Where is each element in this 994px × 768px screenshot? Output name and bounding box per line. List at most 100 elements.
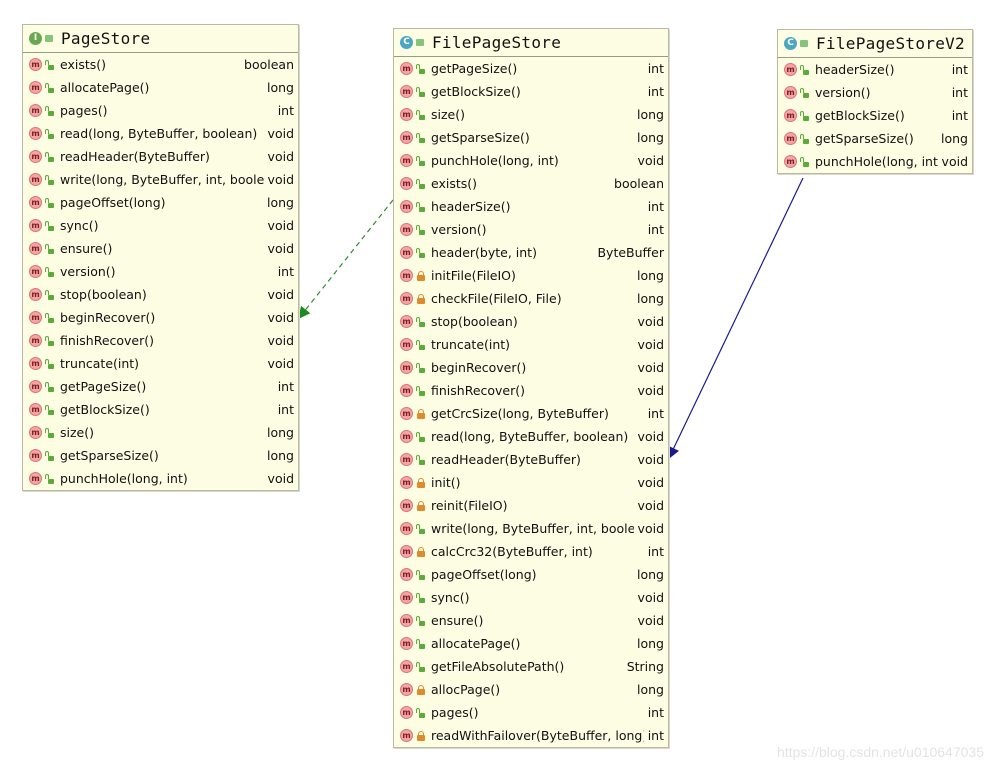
method-row[interactable]: m version() int (394, 218, 668, 241)
method-row[interactable]: m stop(boolean) void (23, 283, 298, 306)
method-row[interactable]: m read(long, ByteBuffer, boolean) void (394, 425, 668, 448)
method-signature: checkFile(FileIO, File) (431, 291, 562, 306)
method-signature: getCrcSize(long, ByteBuffer) (431, 406, 609, 421)
return-type: int (951, 62, 968, 77)
method-row[interactable]: m getBlockSize() int (394, 80, 668, 103)
public-unlock-icon (45, 358, 55, 369)
method-signature: write(long, ByteBuffer, int, boolean) (60, 172, 264, 187)
class-box-filepagestorev2[interactable]: C FilePageStoreV2 m headerSize() int m versi… (777, 29, 973, 174)
method-row[interactable]: m punchHole(long, int) void (394, 149, 668, 172)
method-icon: m (29, 219, 42, 232)
public-unlock-icon (416, 431, 426, 442)
method-signature: stop(boolean) (60, 287, 147, 302)
method-row[interactable]: m pageOffset(long) long (394, 563, 668, 586)
method-row[interactable]: m readHeader(ByteBuffer) void (23, 145, 298, 168)
method-row[interactable]: m getBlockSize() int (778, 104, 972, 127)
public-unlock-icon (45, 128, 55, 139)
method-row[interactable]: m write(long, ByteBuffer, int, boolean) vo… (23, 168, 298, 191)
method-signature: size() (431, 107, 465, 122)
class-header: C FilePageStoreV2 (778, 30, 972, 58)
return-type: long (267, 448, 294, 463)
class-icon: C (400, 36, 413, 49)
return-type: void (267, 471, 294, 486)
method-signature: reinit(FileIO) (431, 498, 508, 513)
method-row[interactable]: m allocatePage() long (394, 632, 668, 655)
method-row[interactable]: m readWithFailover(ByteBuffer, long) int (394, 724, 668, 747)
method-row[interactable]: m sync() void (23, 214, 298, 237)
method-row[interactable]: m checkFile(FileIO, File) long (394, 287, 668, 310)
method-signature: header(byte, int) (431, 245, 537, 260)
method-row[interactable]: m getCrcSize(long, ByteBuffer) int (394, 402, 668, 425)
method-row[interactable]: m getBlockSize() int (23, 398, 298, 421)
method-row[interactable]: m sync() void (394, 586, 668, 609)
method-row[interactable]: m finishRecover() void (23, 329, 298, 352)
method-row[interactable]: m beginRecover() void (394, 356, 668, 379)
method-signature: getSparseSize() (815, 131, 914, 146)
method-icon: m (400, 154, 413, 167)
method-row[interactable]: m stop(boolean) void (394, 310, 668, 333)
method-row[interactable]: m header(byte, int) ByteBuffer (394, 241, 668, 264)
public-unlock-icon (416, 178, 426, 189)
method-row[interactable]: m pageOffset(long) long (23, 191, 298, 214)
public-unlock-icon (45, 289, 55, 300)
method-row[interactable]: m calcCrc32(ByteBuffer, int) int (394, 540, 668, 563)
method-row[interactable]: m init() void (394, 471, 668, 494)
method-row[interactable]: m punchHole(long, int) void (778, 150, 972, 173)
method-row[interactable]: m ensure() void (394, 609, 668, 632)
method-row[interactable]: m exists() boolean (394, 172, 668, 195)
method-row[interactable]: m getSparseSize() long (394, 126, 668, 149)
public-unlock-icon (800, 156, 810, 167)
method-row[interactable]: m beginRecover() void (23, 306, 298, 329)
method-row[interactable]: m headerSize() int (778, 58, 972, 81)
method-row[interactable]: m getPageSize() int (23, 375, 298, 398)
class-box-filepagestore[interactable]: C FilePageStore m getPageSize() int m getBlo… (393, 28, 669, 748)
return-type: long (637, 130, 664, 145)
method-row[interactable]: m pages() int (23, 99, 298, 122)
method-row[interactable]: m write(long, ByteBuffer, int, boolean) vo… (394, 517, 668, 540)
method-row[interactable]: m version() int (23, 260, 298, 283)
method-row[interactable]: m punchHole(long, int) void (23, 467, 298, 490)
class-box-pagestore[interactable]: I PageStore m exists() boolean m allocatePag… (22, 24, 299, 491)
private-lock-icon (416, 477, 426, 488)
public-unlock-icon (416, 592, 426, 603)
method-row[interactable]: m size() long (23, 421, 298, 444)
implements-edge (298, 199, 394, 319)
method-row[interactable]: m exists() boolean (23, 53, 298, 76)
method-row[interactable]: m version() int (778, 81, 972, 104)
method-signature: readHeader(ByteBuffer) (60, 149, 210, 164)
method-signature: getBlockSize() (431, 84, 521, 99)
method-icon: m (400, 591, 413, 604)
method-signature: init() (431, 475, 461, 490)
method-icon: m (400, 62, 413, 75)
method-row[interactable]: m readHeader(ByteBuffer) void (394, 448, 668, 471)
method-row[interactable]: m pages() int (394, 701, 668, 724)
class-icon: C (784, 37, 797, 50)
method-row[interactable]: m getPageSize() int (394, 57, 668, 80)
method-row[interactable]: m read(long, ByteBuffer, boolean) void (23, 122, 298, 145)
method-row[interactable]: m allocPage() long (394, 678, 668, 701)
method-row[interactable]: m finishRecover() void (394, 379, 668, 402)
method-row[interactable]: m truncate(int) void (23, 352, 298, 375)
method-signature: beginRecover() (431, 360, 527, 375)
method-icon: m (29, 58, 42, 71)
method-row[interactable]: m size() long (394, 103, 668, 126)
public-unlock-icon (45, 220, 55, 231)
method-signature: version() (431, 222, 487, 237)
return-type: long (267, 195, 294, 210)
method-icon: m (400, 85, 413, 98)
member-list: m headerSize() int m version() int m getBlockSi… (778, 58, 972, 173)
public-unlock-icon (416, 385, 426, 396)
method-icon: m (400, 453, 413, 466)
method-row[interactable]: m ensure() void (23, 237, 298, 260)
return-type: int (647, 406, 664, 421)
method-row[interactable]: m initFile(FileIO) long (394, 264, 668, 287)
public-unlock-icon (416, 339, 426, 350)
method-row[interactable]: m allocatePage() long (23, 76, 298, 99)
method-row[interactable]: m getSparseSize() long (778, 127, 972, 150)
method-row[interactable]: m reinit(FileIO) void (394, 494, 668, 517)
method-row[interactable]: m getFileAbsolutePath() String (394, 655, 668, 678)
method-row[interactable]: m getSparseSize() long (23, 444, 298, 467)
return-type: int (277, 402, 294, 417)
method-row[interactable]: m truncate(int) void (394, 333, 668, 356)
method-row[interactable]: m headerSize() int (394, 195, 668, 218)
